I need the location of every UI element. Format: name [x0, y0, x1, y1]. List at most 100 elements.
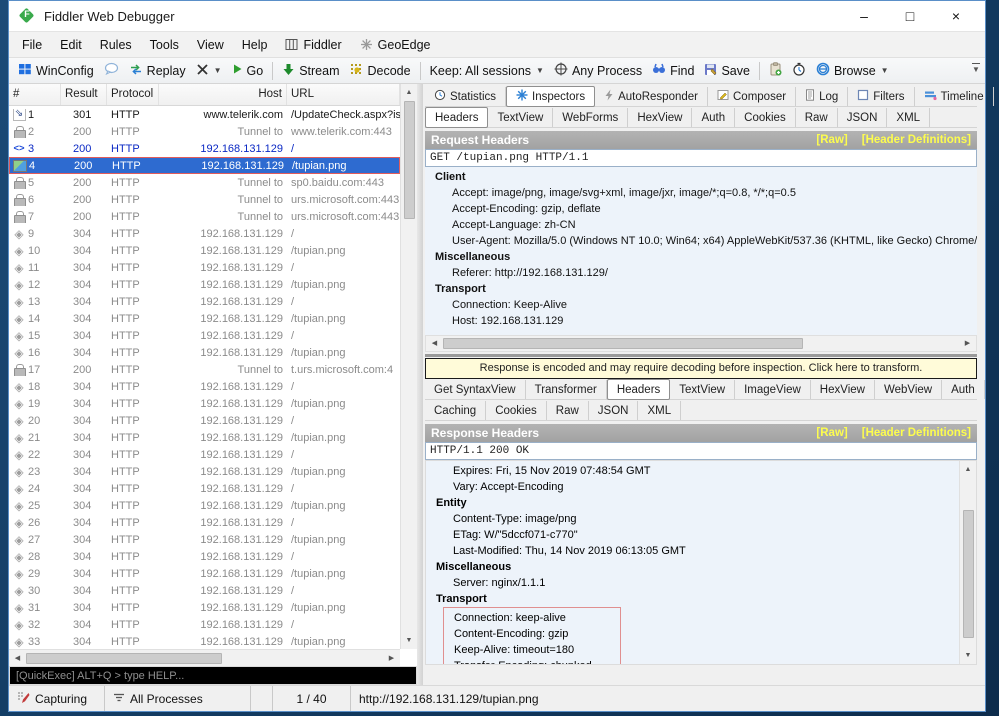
menu-geoedge[interactable]: GeoEdge: [351, 35, 440, 55]
table-row[interactable]: 11304HTTP192.168.131.129/: [9, 259, 400, 276]
minimize-button[interactable]: –: [841, 8, 887, 24]
request-tab-json[interactable]: JSON: [838, 108, 888, 127]
response-tab-caching[interactable]: Caching: [425, 401, 486, 420]
process-filter[interactable]: All Processes: [105, 686, 251, 711]
header-definitions-link[interactable]: [Header Definitions]: [862, 427, 971, 439]
scroll-right-icon[interactable]: ▶: [383, 650, 400, 667]
header-item[interactable]: Content-Type: image/png: [426, 511, 959, 527]
request-tab-raw[interactable]: Raw: [796, 108, 838, 127]
session-list-hscrollbar[interactable]: ◀ ▶: [9, 649, 400, 666]
scroll-down-icon[interactable]: ▼: [401, 632, 418, 649]
save-button[interactable]: Save: [699, 61, 755, 81]
header-item[interactable]: Server: nginx/1.1.1: [426, 575, 959, 591]
header-item[interactable]: Last-Modified: Thu, 14 Nov 2019 06:13:05…: [426, 543, 959, 559]
keep-sessions-dropdown[interactable]: Keep: All sessions ▼: [425, 62, 549, 80]
tab-inspectors[interactable]: Inspectors: [506, 86, 595, 107]
group-name[interactable]: Miscellaneous: [425, 249, 977, 265]
table-row[interactable]: 28304HTTP192.168.131.129/: [9, 548, 400, 565]
decode-button[interactable]: Decode: [345, 61, 416, 81]
header-item[interactable]: Transfer-Encoding: chunked: [444, 658, 592, 664]
table-row[interactable]: 23304HTTP192.168.131.129/tupian.png: [9, 463, 400, 480]
table-row[interactable]: 2200HTTPTunnel towww.telerik.com:443: [9, 123, 400, 140]
timer-button[interactable]: [787, 60, 811, 81]
group-name[interactable]: Transport: [426, 591, 959, 607]
menu-rules[interactable]: Rules: [91, 35, 141, 55]
header-item[interactable]: Connection: keep-alive: [444, 610, 592, 626]
winconfig-button[interactable]: WinConfig: [13, 60, 99, 81]
encoding-warning-banner[interactable]: Response is encoded and may require deco…: [425, 358, 977, 379]
response-tab-transformer[interactable]: Transformer: [526, 380, 607, 399]
header-item[interactable]: Accept-Encoding: gzip, deflate: [425, 201, 977, 217]
group-name[interactable]: Transport: [425, 281, 977, 297]
table-row[interactable]: 17200HTTPTunnel tot.urs.microsoft.com:4: [9, 361, 400, 378]
header-item[interactable]: ETag: W/"5dccf071-c770": [426, 527, 959, 543]
request-hscrollbar[interactable]: ◀ ▶: [425, 335, 977, 352]
table-row[interactable]: 27304HTTP192.168.131.129/tupian.png: [9, 531, 400, 548]
tab-composer[interactable]: Composer: [708, 87, 796, 106]
scroll-up-icon[interactable]: ▲: [960, 461, 977, 478]
header-item[interactable]: User-Agent: Mozilla/5.0 (Windows NT 10.0…: [425, 233, 977, 249]
table-row[interactable]: 26304HTTP192.168.131.129/: [9, 514, 400, 531]
request-line[interactable]: GET /tupian.png HTTP/1.1: [425, 149, 977, 167]
table-row[interactable]: 14304HTTP192.168.131.129/tupian.png: [9, 310, 400, 327]
request-tab-hexview[interactable]: HexView: [628, 108, 692, 127]
table-row[interactable]: 5200HTTPTunnel tosp0.baidu.com:443: [9, 174, 400, 191]
capturing-toggle[interactable]: Capturing: [9, 686, 105, 711]
scroll-right-icon[interactable]: ▶: [959, 335, 976, 352]
tab-autoresponder[interactable]: AutoResponder: [595, 87, 708, 106]
table-row[interactable]: 32304HTTP192.168.131.129/: [9, 616, 400, 633]
header-item[interactable]: Vary: Accept-Encoding: [426, 479, 959, 495]
raw-link[interactable]: [Raw]: [816, 427, 847, 439]
vscroll-thumb[interactable]: [963, 510, 974, 638]
menu-edit[interactable]: Edit: [51, 35, 91, 55]
header-definitions-link[interactable]: [Header Definitions]: [862, 134, 971, 146]
response-tab-json[interactable]: JSON: [589, 401, 639, 420]
table-row[interactable]: 22304HTTP192.168.131.129/: [9, 446, 400, 463]
column-header-host[interactable]: Host: [159, 84, 287, 105]
scroll-left-icon[interactable]: ◀: [426, 335, 443, 352]
go-button[interactable]: Go: [227, 61, 269, 80]
group-name[interactable]: Miscellaneous: [426, 559, 959, 575]
request-tab-auth[interactable]: Auth: [692, 108, 735, 127]
menu-tools[interactable]: Tools: [141, 35, 188, 55]
request-tab-webforms[interactable]: WebForms: [553, 108, 628, 127]
table-row[interactable]: 16304HTTP192.168.131.129/tupian.png: [9, 344, 400, 361]
column-header-url[interactable]: URL: [287, 84, 400, 105]
response-tab-xml[interactable]: XML: [638, 401, 681, 420]
response-tab-imageview[interactable]: ImageView: [735, 380, 811, 399]
table-row[interactable]: 9304HTTP192.168.131.129/: [9, 225, 400, 242]
stream-button[interactable]: Stream: [277, 61, 344, 81]
table-row[interactable]: 33304HTTP192.168.131.129/tupian.png: [9, 633, 400, 649]
response-status-line[interactable]: HTTP/1.1 200 OK: [425, 442, 977, 460]
table-row[interactable]: 20304HTTP192.168.131.129/: [9, 412, 400, 429]
tab-filters[interactable]: Filters: [848, 87, 914, 106]
replay-button[interactable]: Replay: [124, 61, 191, 81]
table-row[interactable]: 29304HTTP192.168.131.129/tupian.png: [9, 565, 400, 582]
table-row[interactable]: 31304HTTP192.168.131.129/tupian.png: [9, 599, 400, 616]
response-tab-webview[interactable]: WebView: [875, 380, 942, 399]
header-item[interactable]: Accept-Language: zh-CN: [425, 217, 977, 233]
scroll-up-icon[interactable]: ▲: [401, 84, 418, 101]
table-row[interactable]: 1301HTTPwww.telerik.com/UpdateCheck.aspx…: [9, 106, 400, 123]
table-row[interactable]: 7200HTTPTunnel tours.microsoft.com:443: [9, 208, 400, 225]
clipboard-button[interactable]: [764, 60, 787, 81]
hscroll-thumb[interactable]: [443, 338, 803, 349]
scroll-down-icon[interactable]: ▼: [960, 647, 977, 664]
raw-link[interactable]: [Raw]: [816, 134, 847, 146]
close-button[interactable]: ×: [933, 8, 979, 24]
table-row[interactable]: 25304HTTP192.168.131.129/tupian.png: [9, 497, 400, 514]
menu-file[interactable]: File: [13, 35, 51, 55]
request-tab-headers[interactable]: Headers: [425, 107, 488, 128]
table-row[interactable]: 4200HTTP192.168.131.129/tupian.png: [9, 157, 400, 174]
table-row[interactable]: 12304HTTP192.168.131.129/tupian.png: [9, 276, 400, 293]
table-row[interactable]: 30304HTTP192.168.131.129/: [9, 582, 400, 599]
header-item[interactable]: Connection: Keep-Alive: [425, 297, 977, 313]
table-row[interactable]: 6200HTTPTunnel tours.microsoft.com:443: [9, 191, 400, 208]
header-item[interactable]: Host: 192.168.131.129: [425, 313, 977, 329]
quickexec-input[interactable]: [QuickExec] ALT+Q > type HELP...: [9, 666, 417, 685]
table-row[interactable]: 15304HTTP192.168.131.129/: [9, 327, 400, 344]
column-header-num[interactable]: #: [9, 84, 61, 105]
request-tab-cookies[interactable]: Cookies: [735, 108, 796, 127]
header-item[interactable]: Accept: image/png, image/svg+xml, image/…: [425, 185, 977, 201]
header-item[interactable]: Referer: http://192.168.131.129/: [425, 265, 977, 281]
